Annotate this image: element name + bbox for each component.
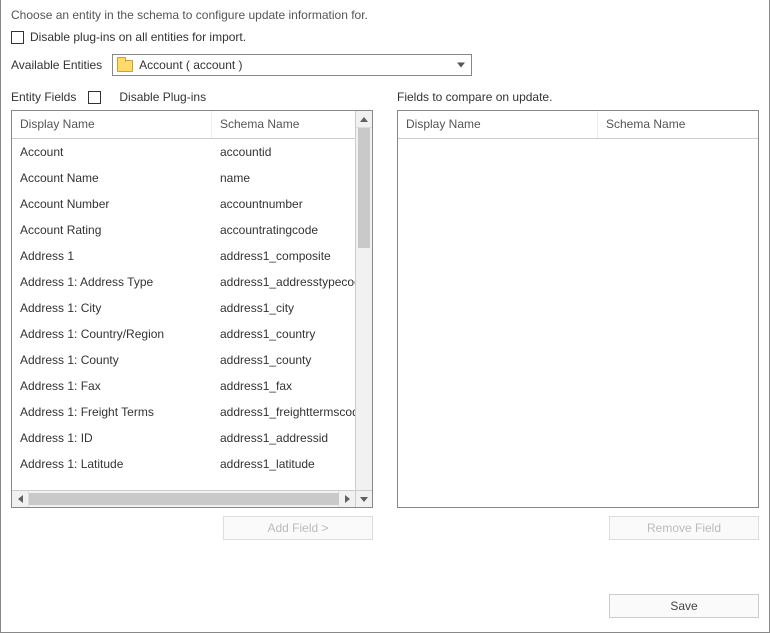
table-row[interactable]: Address 1address1_composite: [12, 243, 355, 269]
cell-schema-name: address1_addresstypecode: [212, 275, 355, 289]
save-button[interactable]: Save: [609, 594, 759, 618]
entity-fields-label: Entity Fields: [11, 90, 76, 104]
checkbox-icon[interactable]: [88, 91, 101, 104]
cell-display-name: Address 1: City: [12, 301, 212, 315]
table-row[interactable]: Address 1: Latitudeaddress1_latitude: [12, 451, 355, 477]
compare-fields-list[interactable]: Display Name Schema Name: [397, 110, 759, 508]
entity-dropdown[interactable]: Account ( account ): [112, 54, 472, 76]
folder-icon: [117, 58, 133, 72]
list-header: Display Name Schema Name: [398, 111, 758, 139]
cell-display-name: Account Number: [12, 197, 212, 211]
dialog-window: Choose an entity in the schema to config…: [0, 0, 770, 633]
cell-display-name: Address 1: Latitude: [12, 457, 212, 471]
cell-display-name: Address 1: Freight Terms: [12, 405, 212, 419]
horizontal-scrollbar[interactable]: [12, 490, 355, 507]
scroll-right-icon[interactable]: [338, 491, 355, 507]
disable-plugins-label: Disable Plug-ins: [119, 90, 206, 104]
table-row[interactable]: Address 1: Address Typeaddress1_addresst…: [12, 269, 355, 295]
cell-display-name: Address 1: Fax: [12, 379, 212, 393]
scroll-up-icon[interactable]: [356, 111, 372, 128]
cell-display-name: Account Rating: [12, 223, 212, 237]
table-row[interactable]: Accountaccountid: [12, 139, 355, 165]
cell-schema-name: address1_county: [212, 353, 355, 367]
cell-display-name: Address 1: Address Type: [12, 275, 212, 289]
fields-to-compare-label: Fields to compare on update.: [397, 90, 552, 104]
scroll-track[interactable]: [29, 491, 338, 507]
cell-display-name: Address 1: County: [12, 353, 212, 367]
cell-schema-name: accountnumber: [212, 197, 355, 211]
table-row[interactable]: Address 1: Countyaddress1_county: [12, 347, 355, 373]
table-row[interactable]: Address 1: Faxaddress1_fax: [12, 373, 355, 399]
cell-schema-name: address1_city: [212, 301, 355, 315]
cell-schema-name: address1_freighttermscode: [212, 405, 355, 419]
scroll-thumb[interactable]: [29, 493, 339, 505]
cell-display-name: Address 1: [12, 249, 212, 263]
cell-display-name: Address 1: Country/Region: [12, 327, 212, 341]
checkbox-icon[interactable]: [11, 31, 24, 44]
scroll-left-icon[interactable]: [12, 491, 29, 507]
table-row[interactable]: Account Namename: [12, 165, 355, 191]
cell-display-name: Address 1: ID: [12, 431, 212, 445]
table-row[interactable]: Address 1: Cityaddress1_city: [12, 295, 355, 321]
scroll-track[interactable]: [356, 128, 372, 492]
cell-schema-name: name: [212, 171, 355, 185]
vertical-scrollbar[interactable]: [355, 111, 372, 508]
col-header-display[interactable]: Display Name: [12, 111, 212, 138]
table-row[interactable]: Address 1: IDaddress1_addressid: [12, 425, 355, 451]
cell-display-name: Account Name: [12, 171, 212, 185]
table-row[interactable]: Address 1: Freight Termsaddress1_freight…: [12, 399, 355, 425]
chevron-down-icon: [457, 63, 465, 68]
cell-display-name: Account: [12, 145, 212, 159]
col-header-display[interactable]: Display Name: [398, 111, 598, 138]
scroll-thumb[interactable]: [358, 128, 370, 248]
table-row[interactable]: Address 1: Country/Regionaddress1_countr…: [12, 321, 355, 347]
cell-schema-name: address1_addressid: [212, 431, 355, 445]
cell-schema-name: address1_composite: [212, 249, 355, 263]
available-entities-label: Available Entities: [11, 58, 102, 72]
cell-schema-name: accountid: [212, 145, 355, 159]
add-field-button[interactable]: Add Field >: [223, 516, 373, 540]
list-header: Display Name Schema Name: [12, 111, 372, 139]
entity-fields-list[interactable]: Display Name Schema Name Accountaccounti…: [11, 110, 373, 508]
instruction-text: Choose an entity in the schema to config…: [1, 0, 769, 26]
cell-schema-name: address1_country: [212, 327, 355, 341]
cell-schema-name: address1_latitude: [212, 457, 355, 471]
entity-dropdown-value: Account ( account ): [139, 58, 242, 72]
disable-all-plugins-label: Disable plug-ins on all entities for imp…: [30, 30, 246, 44]
table-row[interactable]: Account Ratingaccountratingcode: [12, 217, 355, 243]
table-row[interactable]: Account Numberaccountnumber: [12, 191, 355, 217]
remove-field-button[interactable]: Remove Field: [609, 516, 759, 540]
cell-schema-name: address1_fax: [212, 379, 355, 393]
col-header-schema[interactable]: Schema Name: [212, 111, 372, 138]
disable-all-plugins-row[interactable]: Disable plug-ins on all entities for imp…: [1, 26, 769, 48]
col-header-schema[interactable]: Schema Name: [598, 111, 758, 138]
scroll-corner[interactable]: [355, 490, 372, 507]
cell-schema-name: accountratingcode: [212, 223, 355, 237]
